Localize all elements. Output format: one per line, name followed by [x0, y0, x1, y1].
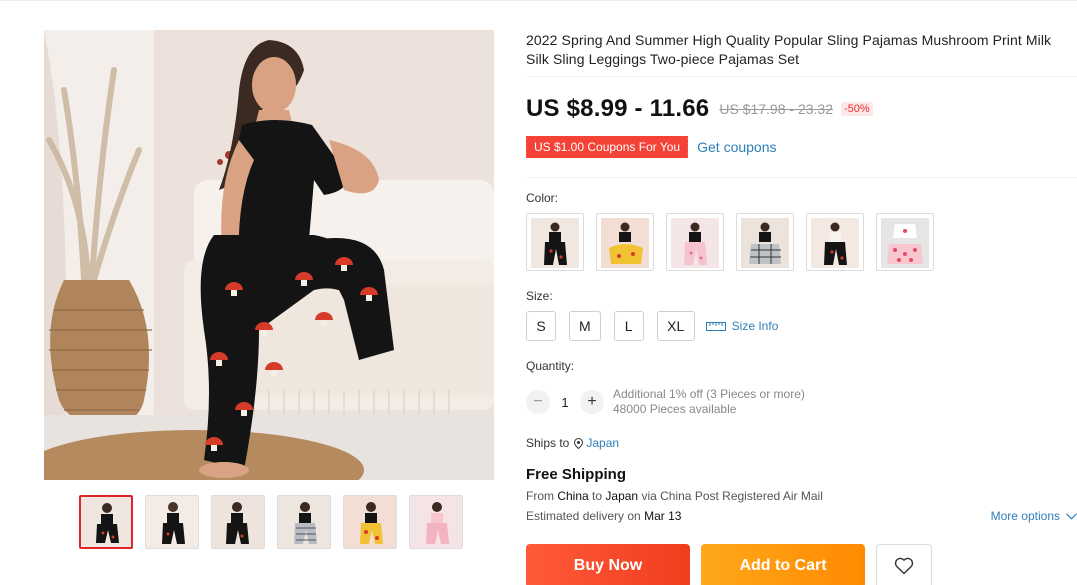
ruler-icon: [705, 322, 726, 331]
location-pin-icon: [574, 437, 584, 449]
coupon-badge[interactable]: US $1.00 Coupons For You: [523, 136, 691, 158]
estimated-delivery-label: Estimated delivery on: [526, 509, 641, 523]
color-label: Color:: [526, 191, 559, 205]
add-to-cart-button[interactable]: Add to Cart: [701, 544, 865, 585]
chevron-down-icon: [1066, 512, 1077, 520]
coupon-divider: [526, 177, 1077, 178]
coupon-row: US $1.00 Coupons For You Get coupons: [523, 136, 777, 158]
ship-from-prefix: From: [526, 489, 554, 503]
title-divider: [526, 76, 1077, 77]
price-row: US $8.99 - 11.66 US $17.98 - 23.32 -50%: [526, 95, 873, 123]
product-title: 2022 Spring And Summer High Quality Popu…: [526, 32, 1052, 67]
ships-to-label: Ships to: [526, 436, 570, 450]
thumbnail-3[interactable]: [211, 495, 265, 549]
size-option-xl[interactable]: XL: [656, 311, 695, 341]
quantity-stepper: − 1 + Additional 1% off (3 Pieces or mor…: [526, 387, 805, 417]
discount-badge: -50%: [840, 102, 873, 116]
quantity-info: Additional 1% off (3 Pieces or more) 480…: [613, 387, 805, 417]
bulk-discount-text: Additional 1% off (3 Pieces or more): [613, 387, 805, 401]
thumbnail-6[interactable]: [409, 495, 463, 549]
size-option-l[interactable]: L: [613, 311, 644, 341]
quantity-decrease-button[interactable]: −: [526, 390, 550, 414]
estimated-delivery: Estimated delivery on Mar 13: [526, 509, 681, 523]
thumbnail-2[interactable]: [145, 495, 199, 549]
stock-available-text: 48000 Pieces available: [613, 402, 737, 416]
shipping-route: From China to Japan via China Post Regis…: [526, 489, 823, 503]
color-options: [526, 213, 934, 271]
purchase-actions: Buy Now Add to Cart: [526, 544, 932, 585]
get-coupons-link[interactable]: Get coupons: [697, 139, 776, 155]
top-divider: [0, 0, 1077, 1]
size-label: Size:: [526, 289, 553, 303]
more-options-label: More options: [990, 509, 1060, 523]
thumbnail-1[interactable]: [79, 495, 133, 549]
thumbnail-strip: [79, 495, 463, 549]
buy-now-button[interactable]: Buy Now: [526, 544, 690, 585]
quantity-value[interactable]: 1: [550, 395, 580, 410]
main-product-image[interactable]: [44, 30, 494, 480]
ship-from-country: China: [557, 489, 589, 503]
size-option-s[interactable]: S: [526, 311, 556, 341]
thumbnail-4[interactable]: [277, 495, 331, 549]
color-option-black-plaid[interactable]: [736, 213, 794, 271]
size-options: S M L XL Size Info: [526, 311, 778, 341]
size-option-m[interactable]: M: [569, 311, 601, 341]
original-price: US $17.98 - 23.32: [719, 101, 833, 117]
color-option-black-yellow[interactable]: [596, 213, 654, 271]
ships-to-country[interactable]: Japan: [586, 436, 619, 450]
size-info-label: Size Info: [731, 319, 779, 333]
color-option-black-mushroom[interactable]: [526, 213, 584, 271]
color-option-black-mushroom-2[interactable]: [806, 213, 864, 271]
more-shipping-options[interactable]: More options: [991, 509, 1077, 523]
quantity-label: Quantity:: [526, 359, 575, 373]
free-shipping-title: Free Shipping: [526, 466, 627, 483]
heart-icon: [894, 557, 914, 575]
thumbnail-5[interactable]: [343, 495, 397, 549]
color-option-white-pink-strawberry[interactable]: [876, 213, 934, 271]
ship-to-country: Japan: [605, 489, 639, 503]
wishlist-button[interactable]: [876, 544, 932, 585]
shipping-method: via China Post Registered Air Mail: [641, 489, 823, 503]
ship-to-word: to: [592, 489, 603, 503]
current-price: US $8.99 - 11.66: [526, 95, 710, 122]
ships-to-row: Ships to Japan: [526, 436, 619, 450]
color-option-pink-print[interactable]: [666, 213, 724, 271]
estimated-delivery-date: Mar 13: [644, 509, 682, 523]
quantity-increase-button[interactable]: +: [580, 390, 604, 414]
size-info-link[interactable]: Size Info: [705, 319, 779, 333]
